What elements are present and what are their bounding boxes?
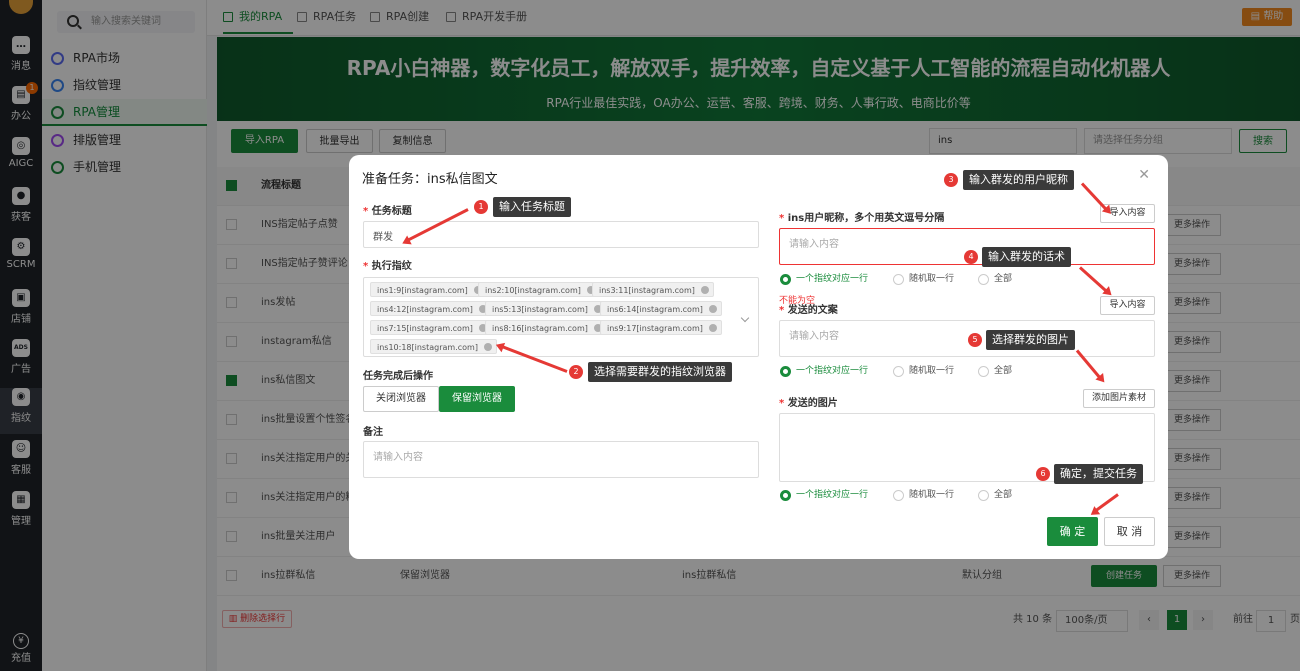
annotation-number: 5	[968, 333, 982, 347]
annotation-callout: 输入任务标题	[493, 197, 571, 217]
prepare-task-dialog: 准备任务：ins私信图文 ✕ * 任务标题 群发 * 执行指纹 ins1:9[i…	[349, 155, 1168, 559]
fingerprint-multiselect[interactable]: ins1:9[instagram.com] ins2:10[instagram.…	[363, 277, 759, 357]
image-label: * 发送的图片	[779, 398, 838, 409]
copy-textarea[interactable]: 请输入内容	[779, 320, 1155, 357]
fingerprint-tag[interactable]: ins5:13[instagram.com]	[485, 301, 607, 316]
annotation-number: 2	[569, 365, 583, 379]
fingerprint-tag[interactable]: ins8:16[instagram.com]	[485, 320, 607, 335]
fingerprint-tag[interactable]: ins1:9[instagram.com]	[370, 282, 487, 297]
fingerprint-tag[interactable]: ins3:11[instagram.com]	[592, 282, 714, 297]
fingerprint-tag[interactable]: ins10:18[instagram.com]	[370, 339, 497, 354]
fingerprint-tag[interactable]: ins4:12[instagram.com]	[370, 301, 492, 316]
close-browser-button[interactable]: 关闭浏览器	[363, 386, 439, 412]
radio-one-per-fingerprint[interactable]: 一个指纹对应一行	[780, 365, 868, 377]
add-image-button[interactable]: 添加图片素材	[1083, 389, 1155, 408]
annotation-callout: 输入群发的用户昵称	[963, 170, 1074, 190]
radio-all[interactable]: 全部	[978, 273, 1012, 285]
task-title-input[interactable]: 群发	[363, 221, 759, 248]
radio-all[interactable]: 全部	[978, 489, 1012, 501]
radio-random[interactable]: 随机取一行	[893, 273, 954, 285]
fingerprint-tag[interactable]: ins2:10[instagram.com]	[478, 282, 600, 297]
task-title-label: * 任务标题	[363, 206, 412, 217]
chevron-down-icon[interactable]	[740, 313, 750, 323]
annotation-number: 4	[964, 250, 978, 264]
annotation-callout: 确定，提交任务	[1054, 464, 1143, 484]
remark-label: 备注	[363, 427, 383, 438]
annotation-number: 6	[1036, 467, 1050, 481]
fingerprint-tag[interactable]: ins6:14[instagram.com]	[600, 301, 722, 316]
copy-label: * 发送的文案	[779, 305, 838, 316]
annotation-number: 1	[474, 200, 488, 214]
fingerprint-tag[interactable]: ins7:15[instagram.com]	[370, 320, 492, 335]
radio-random[interactable]: 随机取一行	[893, 489, 954, 501]
fingerprint-label: * 执行指纹	[363, 261, 412, 272]
annotation-callout: 选择需要群发的指纹浏览器	[588, 362, 732, 382]
nickname-label: * ins用户昵称，多个用英文逗号分隔	[779, 213, 945, 224]
radio-one-per-fingerprint[interactable]: 一个指纹对应一行	[780, 273, 868, 285]
fingerprint-tag[interactable]: ins9:17[instagram.com]	[600, 320, 722, 335]
annotation-callout: 选择群发的图片	[986, 330, 1075, 350]
cancel-button[interactable]: 取 消	[1104, 517, 1155, 546]
confirm-button[interactable]: 确 定	[1047, 517, 1098, 546]
annotation-number: 3	[944, 173, 958, 187]
dialog-title: 准备任务：ins私信图文	[362, 172, 498, 187]
radio-random[interactable]: 随机取一行	[893, 365, 954, 377]
after-task-label: 任务完成后操作	[363, 371, 433, 382]
radio-all[interactable]: 全部	[978, 365, 1012, 377]
keep-browser-button[interactable]: 保留浏览器	[439, 386, 515, 412]
annotation-callout: 输入群发的话术	[982, 247, 1071, 267]
close-icon[interactable]: ✕	[1138, 167, 1150, 183]
radio-one-per-fingerprint[interactable]: 一个指纹对应一行	[780, 489, 868, 501]
remark-textarea[interactable]: 请输入内容	[363, 441, 759, 478]
